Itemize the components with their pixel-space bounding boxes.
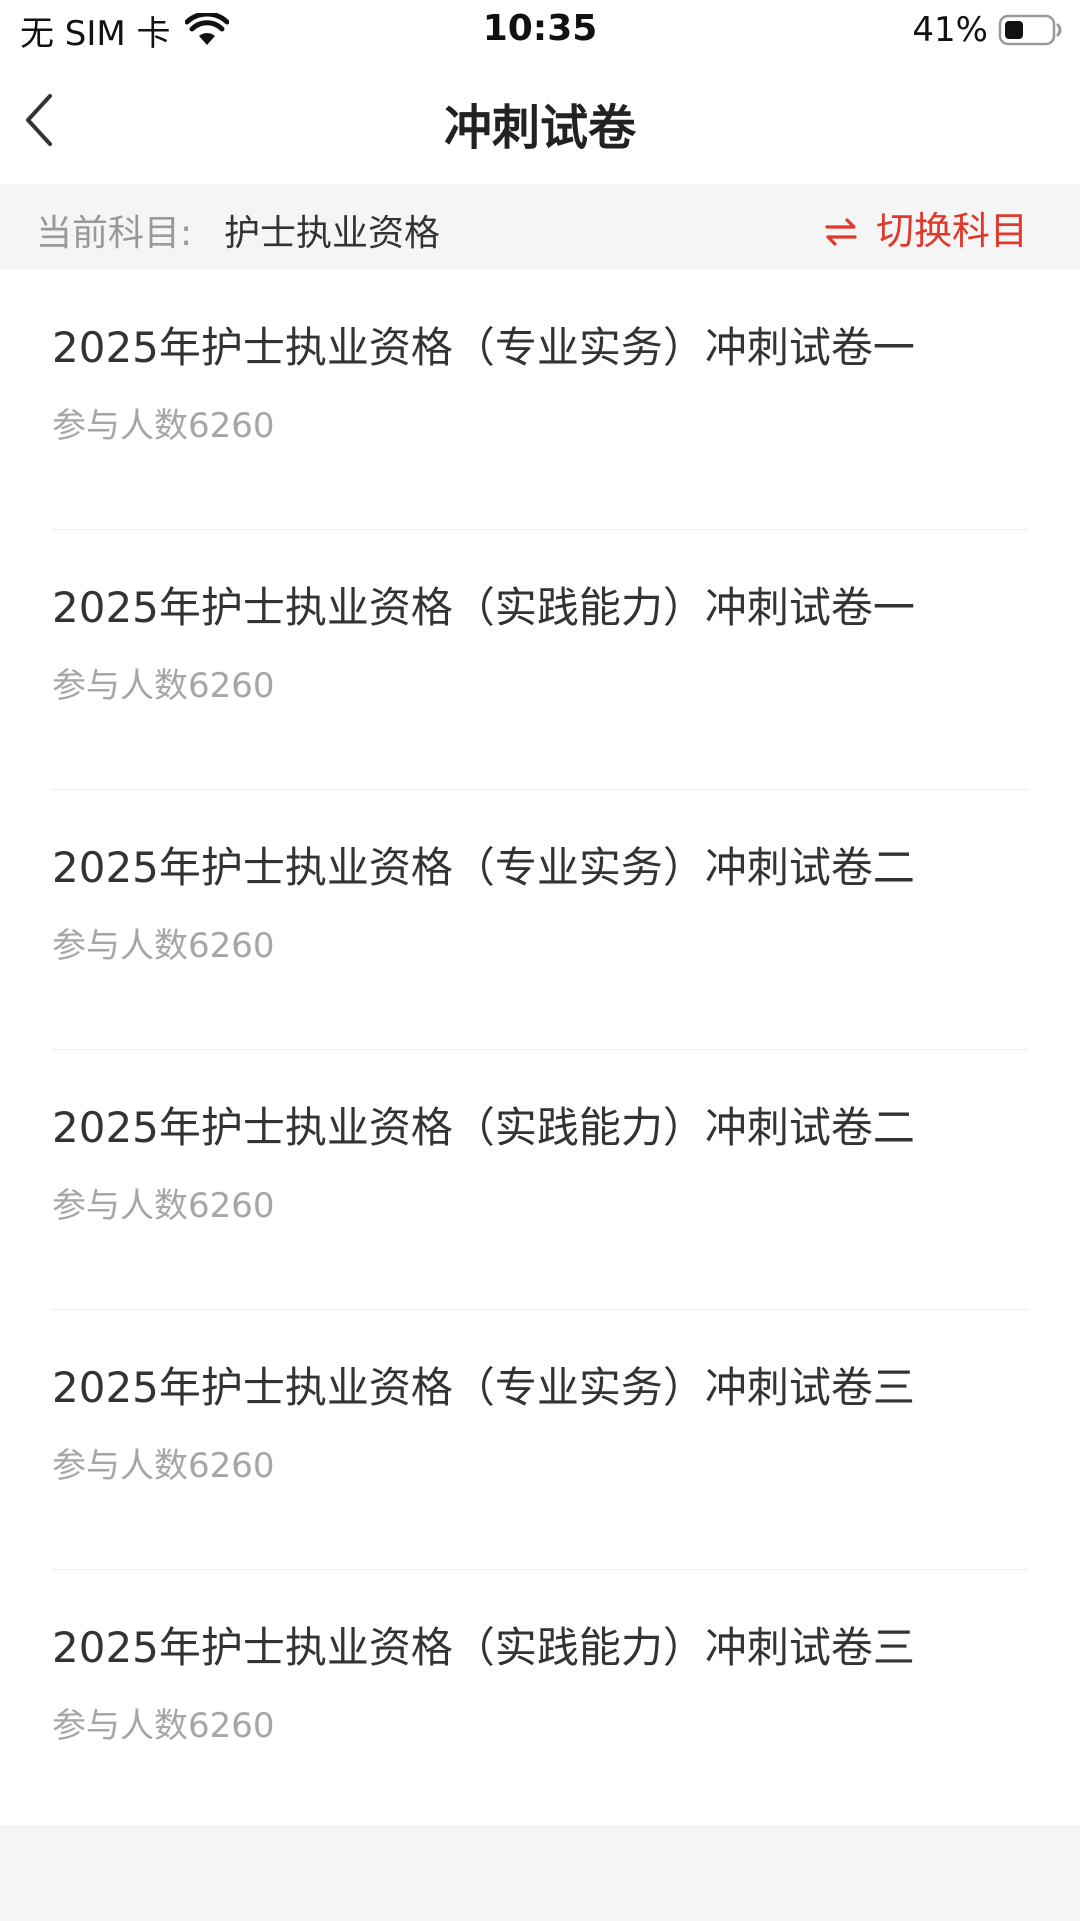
bottom-spacer	[0, 1825, 1080, 1921]
paper-list: 2025年护士执业资格（专业实务）冲刺试卷一 参与人数6260 2025年护士执…	[0, 270, 1080, 1829]
battery-status: 41%	[912, 10, 1064, 50]
list-item[interactable]: 2025年护士执业资格（专业实务）冲刺试卷三 参与人数6260	[52, 1310, 1028, 1570]
subject-label: 当前科目:	[36, 213, 193, 254]
paper-title: 2025年护士执业资格（实践能力）冲刺试卷二	[52, 1103, 915, 1152]
list-item[interactable]: 2025年护士执业资格（实践能力）冲刺试卷一 参与人数6260	[52, 530, 1028, 790]
nav-bar: 冲刺试卷	[0, 60, 1080, 184]
participant-count: 参与人数6260	[52, 926, 275, 966]
paper-title: 2025年护士执业资格（实践能力）冲刺试卷一	[52, 583, 915, 632]
participant-count: 参与人数6260	[52, 1706, 275, 1746]
battery-fill	[1005, 21, 1023, 39]
subject-bar: 当前科目: 护士执业资格 切换科目	[0, 184, 1080, 270]
switch-subject-label: 切换科目	[875, 208, 1028, 253]
list-item[interactable]: 2025年护士执业资格（专业实务）冲刺试卷二 参与人数6260	[52, 790, 1028, 1050]
list-item[interactable]: 2025年护士执业资格（实践能力）冲刺试卷三 参与人数6260	[52, 1570, 1028, 1829]
paper-title: 2025年护士执业资格（专业实务）冲刺试卷一	[52, 323, 915, 372]
list-item[interactable]: 2025年护士执业资格（专业实务）冲刺试卷一 参与人数6260	[52, 270, 1028, 530]
subject-value: 护士执业资格	[224, 213, 441, 254]
swap-arrows-icon	[824, 212, 858, 246]
paper-title: 2025年护士执业资格（专业实务）冲刺试卷二	[52, 843, 915, 892]
participant-count: 参与人数6260	[52, 666, 275, 706]
switch-subject-button[interactable]: 切换科目	[824, 200, 1028, 254]
page-title: 冲刺试卷	[443, 100, 636, 156]
battery-icon	[998, 13, 1064, 47]
participant-count: 参与人数6260	[52, 1446, 275, 1486]
participant-count: 参与人数6260	[52, 1186, 275, 1226]
participant-count: 参与人数6260	[52, 406, 275, 446]
page: 无 SIM 卡 10:35 41% 冲刺试卷 当前科目: 护士执业资格 切换科目…	[0, 0, 1080, 1921]
status-bar: 无 SIM 卡 10:35 41%	[0, 0, 1080, 60]
paper-title: 2025年护士执业资格（专业实务）冲刺试卷三	[52, 1363, 915, 1412]
battery-percent: 41%	[912, 10, 988, 50]
paper-title: 2025年护士执业资格（实践能力）冲刺试卷三	[52, 1623, 915, 1672]
list-item[interactable]: 2025年护士执业资格（实践能力）冲刺试卷二 参与人数6260	[52, 1050, 1028, 1310]
